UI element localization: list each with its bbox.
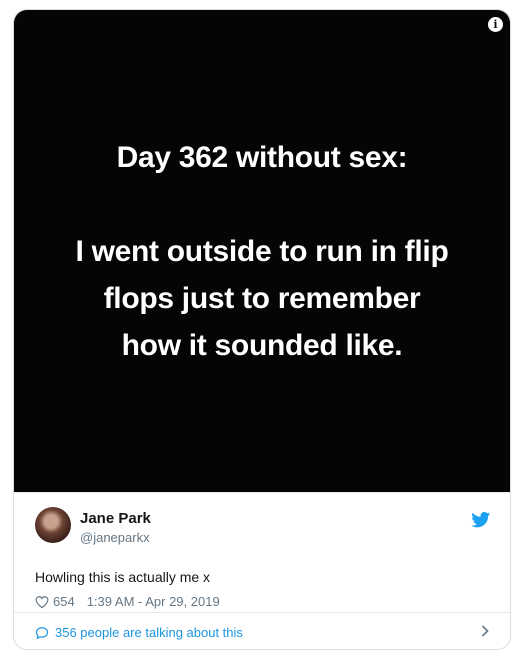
tweet-meta: 654 1:39 AM - Apr 29, 2019 bbox=[35, 594, 220, 609]
speech-bubble-icon bbox=[35, 626, 49, 639]
info-icon[interactable]: i bbox=[488, 17, 503, 32]
conversation-link[interactable]: 356 people are talking about this bbox=[14, 612, 510, 649]
chevron-right-icon[interactable] bbox=[481, 625, 489, 637]
caption-line-4: how it sounded like. bbox=[121, 329, 403, 362]
author-handle[interactable]: @janeparkx bbox=[80, 530, 150, 545]
timestamp[interactable]: 1:39 AM - Apr 29, 2019 bbox=[87, 594, 220, 609]
tweet-image[interactable]: Day 362 without sex: I went outside to r… bbox=[14, 10, 510, 492]
tweet-card[interactable]: Day 362 without sex: I went outside to r… bbox=[13, 9, 511, 650]
caption-line-2: I went outside to run in flip bbox=[75, 235, 449, 268]
caption-line-1: Day 362 without sex: bbox=[116, 141, 408, 174]
heart-icon[interactable] bbox=[35, 595, 49, 609]
talking-count-text[interactable]: 356 people are talking about this bbox=[55, 625, 243, 640]
caption-gap bbox=[14, 181, 510, 228]
author-name[interactable]: Jane Park bbox=[80, 510, 151, 527]
tweet-text: Howling this is actually me x bbox=[35, 569, 211, 585]
image-caption: Day 362 without sex: I went outside to r… bbox=[14, 134, 510, 369]
like-count[interactable]: 654 bbox=[53, 594, 75, 609]
caption-line-3: flops just to remember bbox=[103, 282, 421, 315]
twitter-bird-icon[interactable] bbox=[471, 512, 491, 528]
avatar[interactable] bbox=[35, 507, 71, 543]
